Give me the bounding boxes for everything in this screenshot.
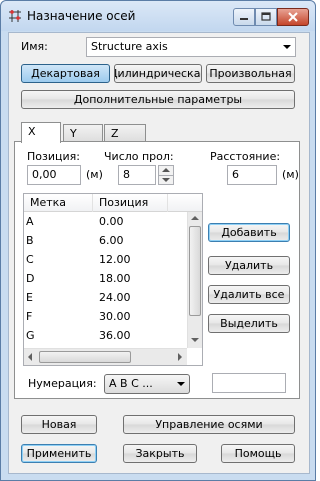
numbering-prefix-input[interactable]: [212, 373, 286, 393]
close-icon: [288, 12, 298, 22]
distance-input[interactable]: 6: [227, 165, 277, 185]
maximize-button[interactable]: [255, 8, 277, 26]
table-row[interactable]: B 6.00: [24, 232, 187, 251]
chevron-down-icon: [177, 382, 185, 386]
delete-button[interactable]: Удалить: [208, 256, 290, 275]
window-title: Назначение осей: [27, 9, 136, 23]
arbitrary-button[interactable]: Произвольная: [206, 64, 295, 83]
new-button[interactable]: Новая: [21, 415, 97, 434]
minimize-button[interactable]: [233, 8, 255, 26]
axis-table[interactable]: Метка Позиция A 0.00 B 6.00 C 12.00 D 18…: [23, 193, 203, 366]
chevron-down-icon: [283, 45, 291, 49]
row-position: 36.00: [99, 329, 131, 342]
tab-z-label: Z: [111, 127, 119, 140]
row-position: 18.00: [99, 272, 131, 285]
close-button[interactable]: Закрыть: [123, 444, 197, 463]
tab-x-label: X: [28, 125, 36, 138]
scroll-right-icon[interactable]: [178, 353, 182, 361]
table-row[interactable]: C 12.00: [24, 251, 187, 270]
row-mark: A: [26, 215, 34, 228]
axis-grid-icon: [9, 10, 21, 22]
title-bar[interactable]: Назначение осей: [1, 1, 315, 31]
name-combobox[interactable]: Structure axis: [86, 37, 296, 57]
horizontal-scroll-thumb[interactable]: [39, 351, 131, 363]
name-label: Имя:: [21, 40, 48, 53]
row-position: 30.00: [99, 310, 131, 323]
apply-button[interactable]: Применить: [21, 444, 97, 463]
span-count-label: Число прол:: [104, 150, 174, 163]
table-header: Метка Позиция: [24, 194, 202, 212]
advanced-parameters-button[interactable]: Дополнительные параметры: [21, 90, 295, 109]
column-header-mark[interactable]: Метка: [24, 194, 93, 212]
table-row[interactable]: E 24.00: [24, 289, 187, 308]
column-header-position[interactable]: Позиция: [93, 194, 168, 212]
vertical-scroll-thumb[interactable]: [189, 226, 201, 316]
position-label: Позиция:: [27, 150, 80, 163]
row-mark: C: [26, 253, 34, 266]
tab-x[interactable]: X: [21, 122, 61, 143]
row-mark: F: [26, 310, 33, 323]
row-mark: D: [26, 272, 35, 285]
stepper-up-icon[interactable]: [159, 166, 173, 175]
stepper-down-icon[interactable]: [159, 175, 173, 184]
scroll-down-icon[interactable]: [191, 338, 199, 342]
select-button[interactable]: Выделить: [208, 314, 290, 333]
horizontal-scrollbar[interactable]: [24, 348, 187, 365]
row-position: 6.00: [99, 234, 124, 247]
numbering-label: Нумерация:: [28, 377, 97, 390]
row-position: 24.00: [99, 291, 131, 304]
numbering-combobox[interactable]: A B C ...: [104, 374, 190, 394]
table-row[interactable]: G 36.00: [24, 327, 187, 346]
close-window-button[interactable]: [277, 8, 309, 26]
table-row[interactable]: D 18.00: [24, 270, 187, 289]
table-row[interactable]: F 30.00: [24, 308, 187, 327]
cylindrical-button[interactable]: Цилиндрическая: [114, 64, 202, 83]
row-position: 12.00: [99, 253, 131, 266]
help-button[interactable]: Помощь: [221, 444, 295, 463]
distance-unit: (м): [282, 168, 299, 181]
position-unit: (м): [86, 168, 103, 181]
row-mark: B: [26, 234, 34, 247]
maximize-icon: [261, 12, 271, 21]
row-mark: E: [26, 291, 33, 304]
scroll-up-icon[interactable]: [191, 216, 199, 220]
distance-label: Расстояние:: [210, 150, 281, 163]
span-count-input[interactable]: 8: [118, 165, 156, 185]
manage-axes-button[interactable]: Управление осями: [123, 415, 295, 434]
delete-all-button[interactable]: Удалить все: [208, 285, 290, 304]
name-value: Structure axis: [91, 40, 168, 53]
scroll-left-icon[interactable]: [28, 353, 32, 361]
numbering-value: A B C ...: [109, 377, 153, 390]
vertical-scrollbar[interactable]: [187, 212, 202, 348]
position-input[interactable]: 0,00: [27, 165, 81, 185]
minimize-icon: [240, 18, 248, 20]
cartesian-button[interactable]: Декартовая: [21, 64, 110, 83]
tab-y-label: Y: [70, 127, 77, 140]
row-position: 0.00: [99, 215, 124, 228]
span-count-stepper[interactable]: [158, 165, 174, 185]
table-row[interactable]: A 0.00: [24, 213, 187, 232]
row-mark: G: [26, 329, 35, 342]
add-button[interactable]: Добавить: [208, 223, 290, 242]
